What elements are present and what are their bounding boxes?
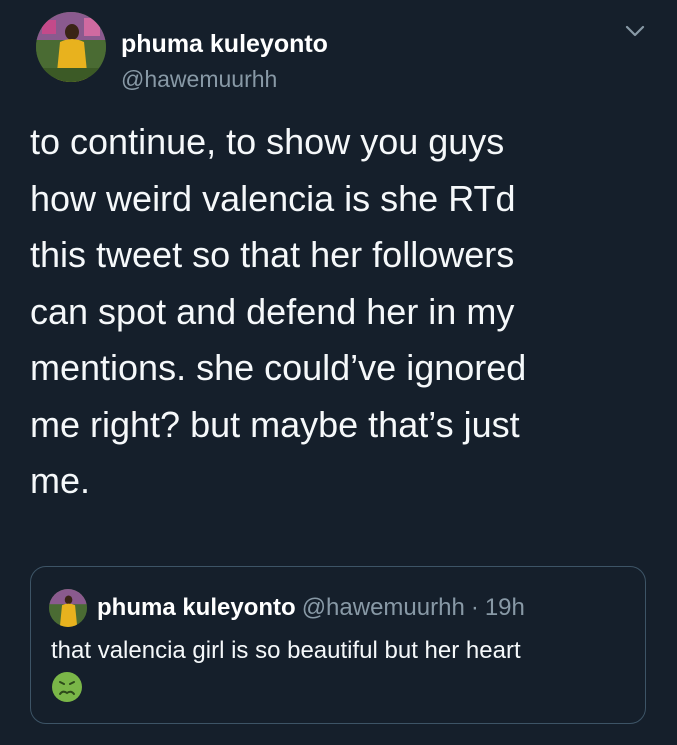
author-avatar[interactable]: [36, 12, 106, 82]
quoted-author-handle: @hawemuurhh: [301, 594, 465, 621]
author-handle[interactable]: @hawemuurhh: [121, 66, 277, 93]
quoted-author-avatar: [49, 589, 87, 627]
quoted-tweet-time: 19h: [484, 594, 525, 621]
avatar-photo-icon: [36, 12, 106, 82]
quoted-tweet-text: that valencia girl is so beautiful but h…: [51, 637, 521, 664]
tweet-header: phuma kuleyonto @hawemuurhh: [36, 12, 656, 92]
separator-dot: ·: [470, 594, 479, 621]
avatar-photo-icon: [49, 589, 87, 627]
chevron-down-icon[interactable]: [624, 20, 646, 42]
quoted-tweet-header: phuma kuleyonto @hawemuurhh · 19h: [97, 594, 525, 622]
quoted-author-name: phuma kuleyonto: [97, 594, 296, 621]
quoted-tweet-card[interactable]: phuma kuleyonto @hawemuurhh · 19h that vale…: [30, 566, 646, 724]
author-name[interactable]: phuma kuleyonto: [121, 30, 328, 59]
tweet-text: to continue, to show you guys how weird …: [30, 121, 527, 501]
nauseated-face-icon: [52, 672, 82, 702]
